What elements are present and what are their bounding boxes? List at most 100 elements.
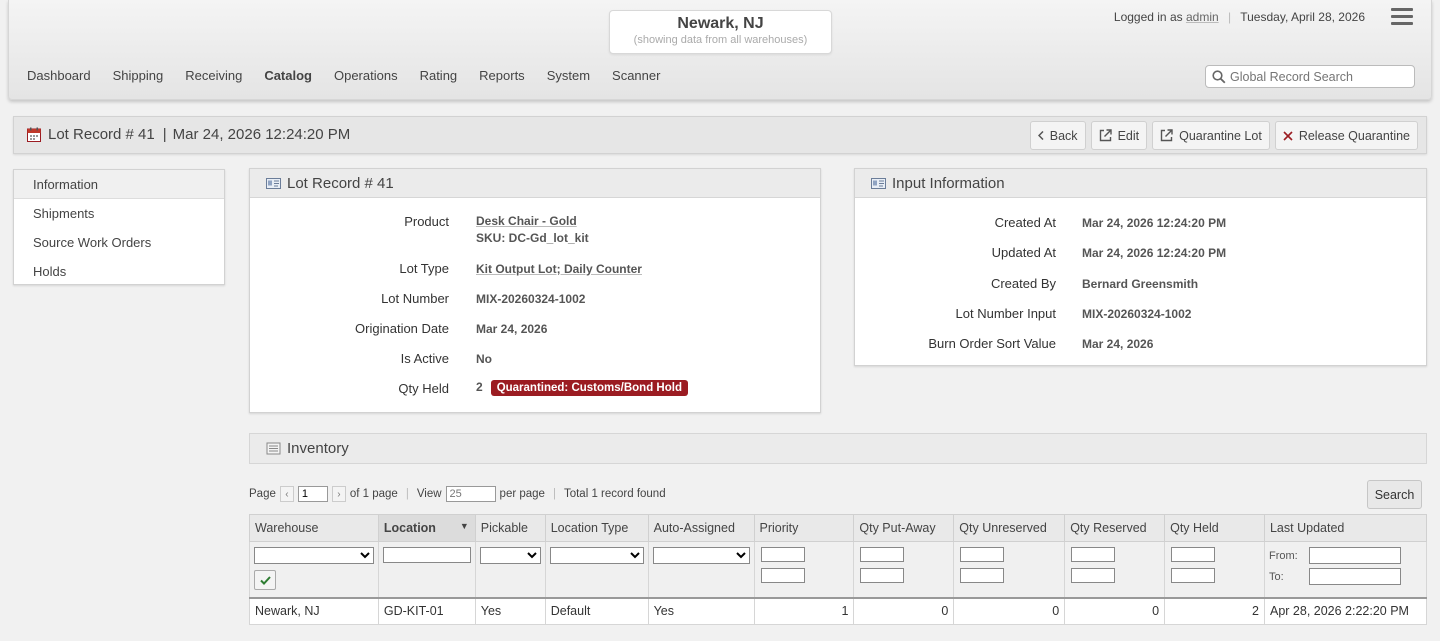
nav-reports[interactable]: Reports [479, 68, 525, 83]
cell-location: GD-KIT-01 [377, 597, 476, 625]
check-icon [259, 575, 271, 585]
nav-scanner[interactable]: Scanner [612, 68, 660, 83]
quarantine-status-badge: Quarantined: Customs/Bond Hold [490, 380, 688, 396]
nav-operations[interactable]: Operations [334, 68, 398, 83]
edit-button[interactable]: Edit [1090, 121, 1148, 150]
col-warehouse[interactable]: Warehouse [249, 514, 379, 542]
qty-held-value: 2 Quarantined: Customs/Bond Hold [476, 380, 688, 396]
date-to-input[interactable] [1308, 568, 1401, 585]
page-count: of 1 page [349, 488, 398, 500]
filter-row: From: To: [249, 541, 1428, 599]
next-page-button[interactable]: › [331, 486, 346, 502]
cell-qty-reserved: 0 [1064, 597, 1166, 625]
updated-at-label: Updated At [991, 245, 1056, 260]
lot-type-link[interactable]: Kit Output Lot; Daily Counter [476, 262, 642, 276]
sidebar-item-source-work-orders[interactable]: Source Work Orders [14, 228, 224, 257]
nav-shipping[interactable]: Shipping [113, 68, 164, 83]
cell-qty-put-away: 0 [853, 597, 955, 625]
page-size-input[interactable] [445, 486, 496, 502]
external-link-icon [1099, 129, 1112, 142]
calendar-icon [27, 127, 41, 142]
table-row[interactable]: Newark, NJ GD-KIT-01 Yes Default Yes 1 0… [249, 597, 1428, 625]
inventory-header: Inventory [249, 433, 1427, 464]
record-actions: Back Edit Quarantine Lot Release Quarant… [1029, 121, 1418, 150]
main-nav: Dashboard Shipping Receiving Catalog Ope… [27, 68, 682, 83]
date-from-input[interactable] [1308, 547, 1401, 564]
col-qty-put-away[interactable]: Qty Put-Away [853, 514, 955, 542]
col-location[interactable]: Location ▼ [377, 514, 476, 542]
col-auto-assigned[interactable]: Auto-Assigned [647, 514, 755, 542]
qty-put-away-min-input[interactable] [860, 547, 905, 562]
page-number-input[interactable] [297, 486, 328, 502]
per-page-label: per page [499, 488, 545, 500]
qty-held-max-input[interactable] [1171, 568, 1216, 583]
col-last-updated[interactable]: Last Updated [1263, 514, 1428, 542]
location-type-filter-select[interactable] [549, 547, 644, 564]
product-link[interactable]: Desk Chair - Gold [476, 214, 577, 228]
qty-reserved-min-input[interactable] [1071, 547, 1116, 562]
quarantine-lot-button[interactable]: Quarantine Lot [1152, 121, 1270, 150]
qty-held-min-input[interactable] [1171, 547, 1216, 562]
warehouse-selector[interactable]: Newark, NJ (showing data from all wareho… [609, 10, 832, 54]
col-qty-held[interactable]: Qty Held [1164, 514, 1265, 542]
cell-priority: 1 [753, 597, 855, 625]
external-link-icon [1160, 129, 1173, 142]
priority-min-input[interactable] [760, 547, 805, 562]
inventory-list-icon [266, 442, 281, 455]
date-from-label: From: [1268, 549, 1298, 562]
username-link[interactable]: admin [1186, 10, 1219, 24]
release-quarantine-button[interactable]: Release Quarantine [1274, 121, 1418, 150]
top-header: Newark, NJ (showing data from all wareho… [8, 0, 1432, 100]
priority-max-input[interactable] [760, 568, 805, 583]
cell-auto-assigned: Yes [647, 597, 755, 625]
nav-dashboard[interactable]: Dashboard [27, 68, 91, 83]
inventory-search-button[interactable]: Search [1367, 480, 1422, 509]
created-by-label: Created By [990, 276, 1056, 291]
global-search-input[interactable] [1230, 69, 1410, 84]
col-location-type[interactable]: Location Type [544, 514, 649, 542]
origination-date-value: Mar 24, 2026 [476, 322, 548, 336]
nav-system[interactable]: System [547, 68, 590, 83]
record-titlebar: Lot Record # 41 | Mar 24, 2026 12:24:20 PM… [13, 116, 1427, 154]
prev-page-button[interactable]: ‹ [279, 486, 294, 502]
id-card-icon [871, 177, 886, 189]
qty-held-label: Qty Held [398, 381, 449, 396]
input-information-panel-header: Input Information [855, 169, 1426, 198]
chevron-left-icon [1037, 131, 1044, 140]
record-timestamp: Mar 24, 2026 12:24:20 PM [172, 126, 351, 143]
apply-filter-button[interactable] [254, 570, 276, 590]
warehouse-name: Newark, NJ [677, 15, 764, 32]
global-search[interactable] [1205, 65, 1415, 88]
qty-put-away-max-input[interactable] [860, 568, 905, 583]
sidebar-item-holds[interactable]: Holds [14, 257, 224, 286]
page-label: Page [249, 488, 276, 500]
burn-order-label: Burn Order Sort Value [928, 336, 1056, 351]
page-title: Lot Record # 41 | Mar 24, 2026 12:24:20 PM [48, 126, 351, 143]
sidebar-item-shipments[interactable]: Shipments [14, 199, 224, 228]
input-information-panel: Input Information Created At Mar 24, 202… [854, 168, 1427, 366]
pickable-filter-select[interactable] [479, 547, 541, 564]
updated-at-value: Mar 24, 2026 12:24:20 PM [1082, 246, 1227, 260]
col-pickable[interactable]: Pickable [474, 514, 546, 542]
nav-receiving[interactable]: Receiving [185, 68, 242, 83]
search-icon [1212, 69, 1226, 83]
col-qty-unreserved[interactable]: Qty Unreserved [953, 514, 1066, 542]
qty-unreserved-max-input[interactable] [960, 568, 1005, 583]
origination-date-label: Origination Date [355, 321, 449, 336]
back-button[interactable]: Back [1029, 121, 1086, 150]
col-priority[interactable]: Priority [753, 514, 855, 542]
col-qty-reserved[interactable]: Qty Reserved [1064, 514, 1166, 542]
location-filter-input[interactable] [382, 547, 471, 563]
auto-assigned-filter-select[interactable] [652, 547, 750, 564]
warehouse-filter-select[interactable] [254, 547, 374, 564]
sidebar-item-information[interactable]: Information [14, 170, 224, 199]
lot-record-panel-title: Lot Record # 41 [287, 174, 394, 192]
qty-reserved-max-input[interactable] [1071, 568, 1116, 583]
qty-unreserved-min-input[interactable] [960, 547, 1005, 562]
nav-catalog[interactable]: Catalog [264, 68, 312, 83]
created-at-value: Mar 24, 2026 12:24:20 PM [1082, 216, 1227, 230]
logged-in-prefix: Logged in as [1113, 10, 1183, 24]
hamburger-menu-icon[interactable] [1391, 8, 1413, 26]
nav-rating[interactable]: Rating [420, 68, 458, 83]
created-by-value: Bernard Greensmith [1082, 277, 1199, 291]
